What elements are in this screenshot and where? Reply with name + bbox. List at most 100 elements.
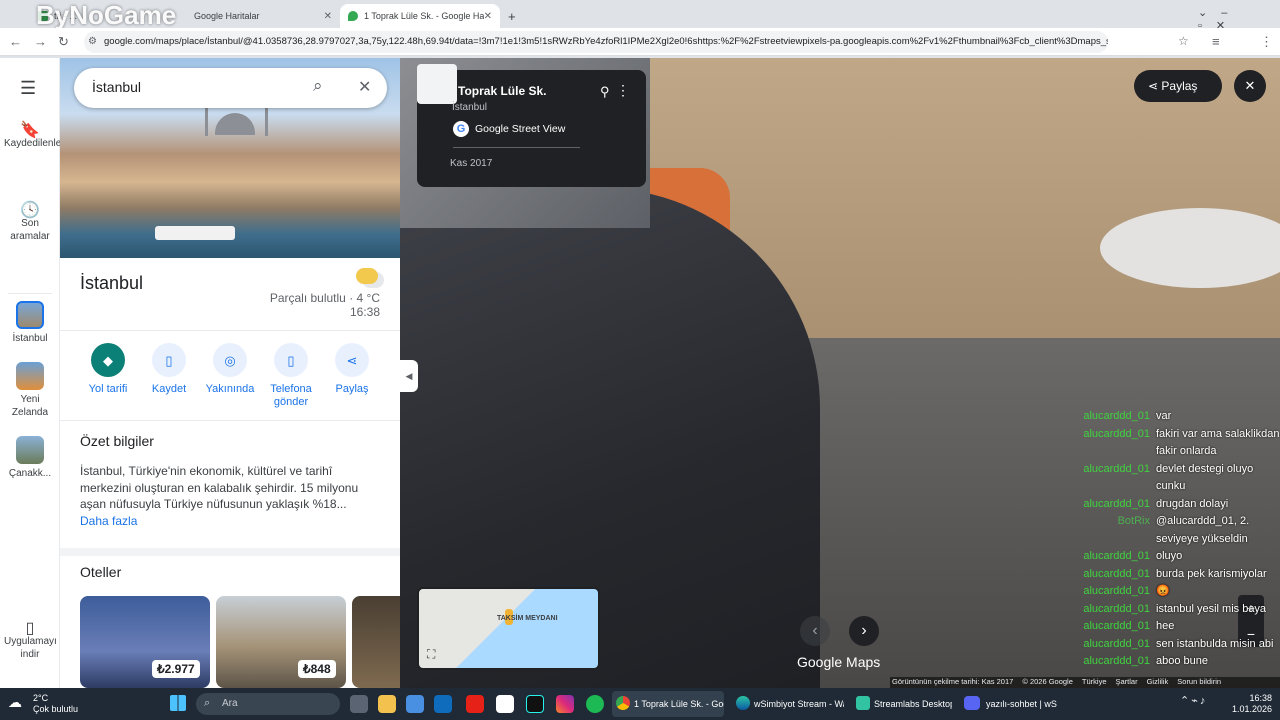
hotel-card-3[interactable] xyxy=(352,596,400,688)
task-view-icon[interactable] xyxy=(350,695,368,713)
browser-tab-bar: tri - ... Google Haritalar ✕ 1 Toprak Lü… xyxy=(0,0,1280,32)
search-input[interactable]: İstanbul xyxy=(92,79,141,95)
new-zealand-thumbnail xyxy=(16,362,44,390)
start-menu-icon[interactable] xyxy=(170,695,186,711)
more-options-icon[interactable]: ⋮ xyxy=(616,82,630,99)
rail-label: Son aramalar xyxy=(10,218,50,242)
history-icon: 🕓 xyxy=(20,202,40,219)
taskbar-weather[interactable]: 2°C Çok bulutlu xyxy=(33,693,78,715)
read-more-link[interactable]: Daha fazla xyxy=(80,514,137,528)
taskbar-clock[interactable]: 16:38 1.01.2026 xyxy=(1226,693,1272,715)
taskbar-app-edge[interactable]: wSimbiyot Stream - War xyxy=(732,691,844,717)
phone-icon: ▯ xyxy=(25,620,35,637)
rail-get-app[interactable]: ▯ Uygulamayı indir xyxy=(0,620,60,661)
outlook-icon[interactable] xyxy=(434,695,452,713)
url-field[interactable]: google.com/maps/place/İstanbul/@41.03587… xyxy=(84,31,1108,53)
nearby-button[interactable]: ◎ Yakınında xyxy=(200,343,260,409)
chrome-icon xyxy=(616,696,630,710)
discord-icon xyxy=(964,696,980,710)
hotel-card-1[interactable]: ₺2.977 xyxy=(80,596,210,688)
weather-cloud-icon: ☁ xyxy=(8,694,22,710)
save-button[interactable]: ▯ Kaydet xyxy=(139,343,199,409)
next-arrow-icon[interactable]: › xyxy=(849,616,879,646)
url-text: google.com/maps/place/İstanbul/@41.03587… xyxy=(104,36,1108,47)
thumbnail-toggle[interactable] xyxy=(417,64,457,104)
share-icon: ⋖ xyxy=(335,343,369,377)
taskbar-app-chrome[interactable]: 1 Toprak Lüle Sk. - Goog xyxy=(612,691,724,717)
google-g-icon: G xyxy=(453,121,469,137)
close-street-view-icon[interactable]: ✕ xyxy=(1234,70,1266,102)
reload-icon[interactable]: ↻ xyxy=(58,34,69,50)
file-explorer-icon[interactable] xyxy=(378,695,396,713)
share-pill-button[interactable]: ⋖ Paylaş xyxy=(1134,70,1222,102)
rail-new-zealand[interactable]: Yeni Zelanda xyxy=(0,362,60,419)
rail-label: İstanbul xyxy=(12,333,48,344)
mosque-dome xyxy=(215,113,255,135)
chat-message: alucarddd_01 😡 xyxy=(1083,585,1170,597)
clear-search-icon[interactable]: ✕ xyxy=(358,77,371,97)
divider xyxy=(60,420,400,421)
rail-saved[interactable]: 🔖 Kaydedilenler xyxy=(0,123,65,150)
hotels-heading: Oteller xyxy=(80,564,122,580)
hotel-card-2[interactable]: ₺848 xyxy=(216,596,346,688)
rail-istanbul[interactable]: İstanbul xyxy=(0,301,60,345)
system-tray-icons[interactable]: ⌃⌁♪ xyxy=(1180,694,1207,707)
search-icon[interactable]: ⌕ xyxy=(313,76,323,96)
summary-heading: Özet bilgiler xyxy=(80,433,154,449)
share-button[interactable]: ⋖ Paylaş xyxy=(322,343,382,409)
maps-side-rail: ☰ 🔖 Kaydedilenler 🕓 Son aramalar İstanbu… xyxy=(0,58,65,688)
expand-map-icon[interactable]: ⛶ xyxy=(427,647,435,662)
rail-canakkale[interactable]: Çanakk... xyxy=(0,436,60,480)
ferry-boat xyxy=(155,226,235,240)
extensions-icon[interactable]: ≡ xyxy=(1212,34,1220,49)
card-divider xyxy=(453,147,580,148)
divider xyxy=(60,330,400,331)
menu-dots-icon[interactable]: ⋮ xyxy=(1260,34,1273,50)
chat-message: alucarddd_01 oluyo xyxy=(1083,550,1183,562)
back-icon[interactable]: ← xyxy=(9,34,22,49)
tiktok-icon[interactable] xyxy=(526,695,544,713)
capture-date: Kas 2017 xyxy=(450,158,493,169)
store-icon[interactable] xyxy=(406,695,424,713)
site-info-icon[interactable]: ⚙ xyxy=(88,36,97,47)
collapse-panel-icon[interactable]: ◀ xyxy=(400,360,418,392)
forward-icon[interactable]: → xyxy=(34,34,47,49)
phone-send-icon: ▯ xyxy=(274,343,308,377)
taskbar-app-discord[interactable]: yazılı-sohbet | wS xyxy=(960,691,1072,717)
taskbar-search[interactable]: ⌕ Ara xyxy=(196,693,340,715)
rail-recent[interactable]: 🕓 Son aramalar xyxy=(0,202,60,243)
search-box[interactable]: İstanbul ⌕ ✕ xyxy=(74,68,387,108)
new-tab-button[interactable]: + xyxy=(500,4,524,28)
close-tab-icon[interactable]: ✕ xyxy=(324,11,332,22)
spotify-icon[interactable] xyxy=(586,695,604,713)
street-view-info-card: Toprak Lüle Sk. İstanbul ⚲ ⋮ G Google St… xyxy=(417,64,646,187)
address-bar-row: ← → ↻ google.com/maps/place/İstanbul/@41… xyxy=(0,28,1280,56)
previous-arrow-icon[interactable]: ‹ xyxy=(800,616,830,646)
tab-3-active[interactable]: 1 Toprak Lüle Sk. - Google Harita ✕ xyxy=(340,4,500,28)
youtube-icon[interactable] xyxy=(466,695,484,713)
chat-message: alucarddd_01 aboo bune xyxy=(1083,655,1208,667)
directions-button[interactable]: ◆ Yol tarifi xyxy=(78,343,138,409)
street-view-footer: Görüntünün çekilme tarihi: Kas 2017 © 20… xyxy=(890,677,1280,688)
send-to-phone-button[interactable]: ▯ Telefona gönder xyxy=(261,343,321,409)
chat-message: alucarddd_01 drugdan dolayi xyxy=(1083,497,1229,510)
action-buttons: ◆ Yol tarifi ▯ Kaydet ◎ Yakınında ▯ Telefona… xyxy=(78,343,382,409)
rail-label: Yeni Zelanda xyxy=(11,394,49,418)
place-title: İstanbul xyxy=(80,273,144,293)
chat-message: alucarddd_01 var xyxy=(1083,410,1172,422)
edge-icon xyxy=(736,696,750,710)
close-tab-icon[interactable]: ✕ xyxy=(484,11,492,22)
weather-info: Parçalı bulutlu · 4 °C 16:38 xyxy=(220,291,380,319)
chat-message: alucarddd_01 fakiri var ama salaklikdan f… xyxy=(1083,427,1280,458)
city-name: İstanbul xyxy=(452,102,488,113)
hamburger-menu-icon[interactable]: ☰ xyxy=(20,78,36,99)
taskbar-app-streamlabs[interactable]: Streamlabs Desktop xyxy=(852,691,952,717)
bookmark-star-icon[interactable]: ☆ xyxy=(1178,34,1189,48)
chat-message: BotRix @alucarddd_01, 2. seviyeye yükseld… xyxy=(1117,515,1250,545)
search-icon: ⌕ xyxy=(204,697,211,709)
minimap[interactable]: TAKSİM MEYDANI ⛶ xyxy=(417,587,600,670)
tab-2[interactable]: Google Haritalar ✕ xyxy=(170,4,340,28)
app-icon[interactable] xyxy=(496,695,514,713)
instagram-icon[interactable] xyxy=(556,695,574,713)
location-pin-icon[interactable]: ⚲ xyxy=(600,84,610,100)
